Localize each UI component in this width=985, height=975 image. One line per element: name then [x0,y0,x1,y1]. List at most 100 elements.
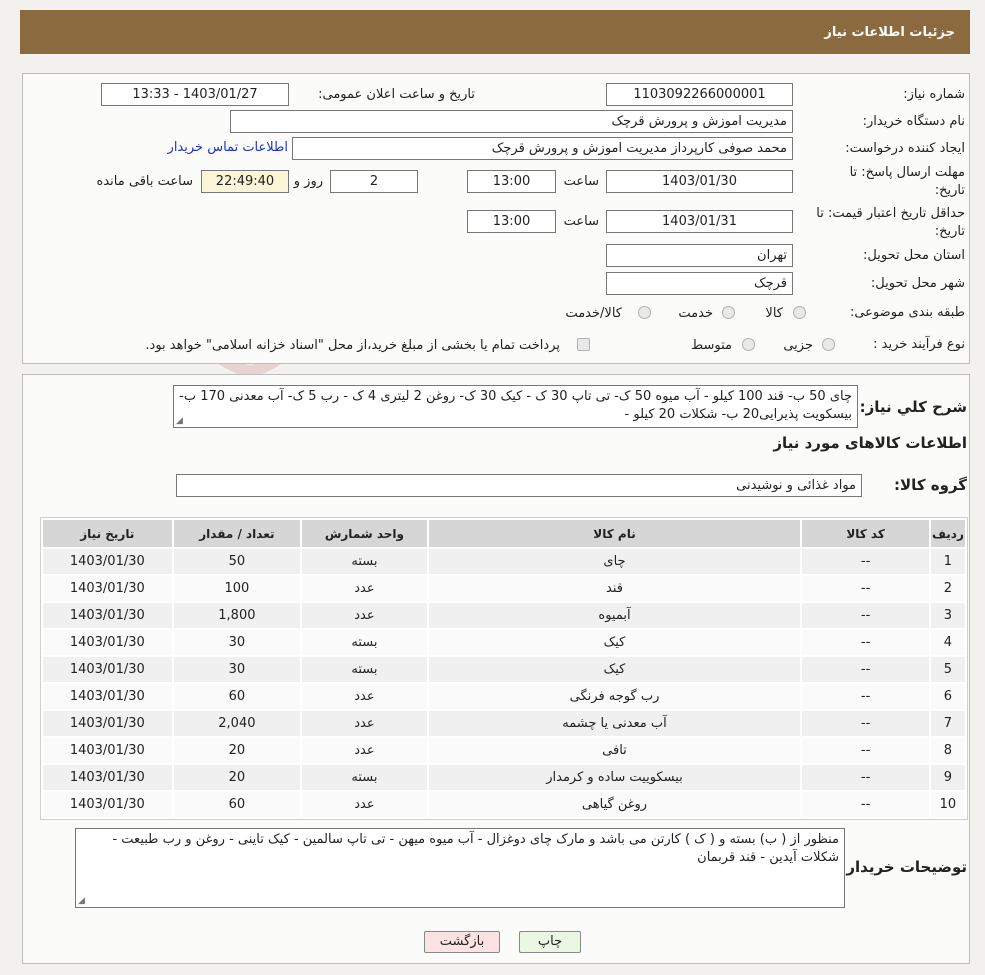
print-button[interactable]: چاپ [519,931,581,953]
announce-label: تاریخ و ساعت اعلان عمومی: [318,87,475,102]
table-row: 5 -- کیک بسته 30 1403/01/30 [43,657,965,682]
quantity-cell: 30 [173,630,301,655]
creator-label: ایجاد کننده درخواست: [845,141,965,156]
category-radio-goods[interactable] [793,306,806,319]
row-number-cell: 2 [930,576,965,601]
validity-time-field: 13:00 [467,210,556,233]
code-cell: -- [802,711,929,736]
name-cell: کیک [428,630,801,655]
buyer-notes-label: توضیحات خریدار: [840,858,967,876]
unit-cell: عدد [302,603,427,628]
name-cell: آبمیوه [428,603,801,628]
date-cell: 1403/01/30 [43,765,172,790]
goods-table-header: ردیف کد کالا نام کالا واحد شمارش تعداد /… [43,520,965,547]
buyer-field: مدیریت اموزش و پرورش قرچک [230,110,793,133]
date-cell: 1403/01/30 [43,684,172,709]
contact-buyer-link[interactable]: اطلاعات تماس خریدار [168,140,288,155]
name-cell: رب گوجه فرنگی [428,684,801,709]
quantity-cell: 50 [173,549,301,574]
table-row: 2 -- قند عدد 100 1403/01/30 [43,576,965,601]
city-field: قرچک [606,272,793,295]
code-cell: -- [802,576,929,601]
deadline-label-1: مهلت ارسال پاسخ: تا [849,165,965,180]
code-cell: -- [802,738,929,763]
description-textarea: چای 50 ب- قند 100 کیلو - آب میوه 50 ک- ت… [173,385,858,428]
buyer-notes-textarea: منظور از ( ب) بسته و ( ک ) کارتن می باشد… [75,828,845,908]
column-header-quantity: تعداد / مقدار [173,520,301,547]
resize-grip-icon[interactable]: ◢ [176,417,183,426]
name-cell: تافی [428,738,801,763]
process-radio-minor[interactable] [822,338,835,351]
table-row: 7 -- آب معدنی یا چشمه عدد 2,040 1403/01/30 [43,711,965,736]
description-text: چای 50 ب- قند 100 کیلو - آب میوه 50 ک- ت… [179,389,852,422]
buyer-label: نام دستگاه خریدار: [862,114,965,129]
row-number-cell: 4 [930,630,965,655]
process-option-minor: جزیی [783,338,813,353]
unit-cell: عدد [302,576,427,601]
process-note: پرداخت تمام یا بخشی از مبلغ خرید،از محل … [145,338,560,353]
row-number-cell: 1 [930,549,965,574]
code-cell: -- [802,603,929,628]
name-cell: قند [428,576,801,601]
name-cell: روغن گیاهی [428,792,801,817]
name-cell: چای [428,549,801,574]
days-field: 2 [330,170,418,193]
date-cell: 1403/01/30 [43,738,172,763]
deadline-time-label: ساعت [563,174,599,189]
date-cell: 1403/01/30 [43,576,172,601]
unit-cell: بسته [302,630,427,655]
creator-field: محمد صوفی کارپرداز مدیریت اموزش و پرورش … [292,137,793,160]
category-radio-goods-service[interactable] [638,306,651,319]
date-cell: 1403/01/30 [43,549,172,574]
date-cell: 1403/01/30 [43,792,172,817]
column-header-unit: واحد شمارش [302,520,427,547]
code-cell: -- [802,792,929,817]
quantity-cell: 2,040 [173,711,301,736]
goods-group-label: گروه کالا: [894,476,967,494]
category-option-goods-service: کالا/خدمت [565,306,622,321]
name-cell: آب معدنی یا چشمه [428,711,801,736]
quantity-cell: 30 [173,657,301,682]
unit-cell: عدد [302,711,427,736]
code-cell: -- [802,765,929,790]
row-number-cell: 7 [930,711,965,736]
resize-grip-icon[interactable]: ◢ [78,897,85,906]
column-header-row-number: ردیف [930,520,965,547]
unit-cell: بسته [302,765,427,790]
back-button[interactable]: بازگشت [424,931,500,953]
deadline-label-2: تاریخ: [934,183,965,198]
validity-label-1: حداقل تاریخ اعتبار قیمت: تا [816,206,965,221]
deadline-date-field: 1403/01/30 [606,170,793,193]
page-header: جزئیات اطلاعات نیاز [20,10,970,54]
validity-time-label: ساعت [563,214,599,229]
process-checkbox-treasury[interactable] [577,338,590,351]
row-number-cell: 3 [930,603,965,628]
table-row: 1 -- چای بسته 50 1403/01/30 [43,549,965,574]
announce-field: 1403/01/27 - 13:33 [101,83,289,106]
goods-group-field: مواد غذائی و نوشیدنی [176,474,862,497]
category-option-goods: کالا [765,306,783,321]
city-label: شهر محل تحویل: [870,276,965,291]
validity-date-field: 1403/01/31 [606,210,793,233]
code-cell: -- [802,684,929,709]
deadline-time-field: 13:00 [467,170,556,193]
category-option-service: خدمت [678,306,713,321]
date-cell: 1403/01/30 [43,657,172,682]
date-cell: 1403/01/30 [43,603,172,628]
date-cell: 1403/01/30 [43,711,172,736]
quantity-cell: 60 [173,792,301,817]
unit-cell: عدد [302,792,427,817]
quantity-cell: 20 [173,765,301,790]
column-header-date: تاریخ نیاز [43,520,172,547]
row-number-cell: 8 [930,738,965,763]
date-cell: 1403/01/30 [43,630,172,655]
process-radio-medium[interactable] [742,338,755,351]
name-cell: بیسکوییت ساده و کرمدار [428,765,801,790]
goods-table: ردیف کد کالا نام کالا واحد شمارش تعداد /… [40,517,968,820]
unit-cell: عدد [302,738,427,763]
category-radio-service[interactable] [722,306,735,319]
validity-label-2: تاریخ: [934,224,965,239]
column-header-name: نام کالا [428,520,801,547]
unit-cell: بسته [302,657,427,682]
table-row: 9 -- بیسکوییت ساده و کرمدار بسته 20 1403/01/3… [43,765,965,790]
